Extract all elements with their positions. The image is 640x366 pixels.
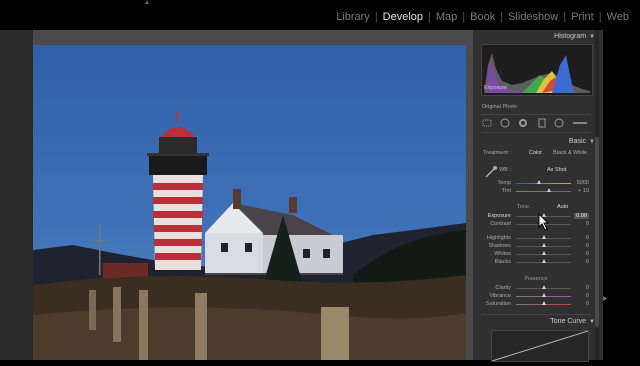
tool-icons (482, 118, 587, 128)
module-web[interactable]: Web (602, 11, 634, 23)
vibrance-row: Vibrance 0 (481, 293, 591, 300)
clarity-label: Clarity (495, 285, 511, 291)
histogram-exposure-label: Exposure (484, 85, 508, 91)
vibrance-value[interactable]: 0 (586, 293, 589, 299)
exposure-row: Exposure 0.00 (481, 213, 591, 220)
tool-strip (481, 116, 591, 130)
contrast-label: Contrast (490, 221, 511, 227)
module-picker: ▲ Library | Develop | Map | Book | Slideshow… (0, 0, 640, 30)
panel-divider (481, 114, 591, 115)
whites-label: Whites (494, 251, 511, 257)
saturation-row: Saturation 0 (481, 301, 591, 308)
saturation-value[interactable]: 0 (586, 301, 589, 307)
lighthouse-photo (33, 45, 466, 360)
clarity-row: Clarity 0 (481, 285, 591, 292)
shadows-value[interactable]: 0 (586, 243, 589, 249)
photo-preview[interactable] (33, 45, 466, 360)
saturation-slider-thumb[interactable] (542, 301, 546, 305)
tone-curve-title: Tone Curve (550, 318, 587, 325)
wb-row: WB : As Shot (481, 167, 591, 174)
tone-curve-graph[interactable] (491, 330, 589, 362)
tone-curve-line (491, 330, 589, 362)
panel-divider (481, 132, 591, 133)
vibrance-slider-thumb[interactable] (542, 293, 546, 297)
clarity-value[interactable]: 0 (586, 285, 589, 291)
histogram-title: Histogram (554, 33, 587, 40)
temp-label: Temp (497, 180, 511, 186)
treatment-color-option[interactable]: Color (529, 150, 542, 156)
saturation-label: Saturation (485, 301, 511, 307)
clarity-slider-thumb[interactable] (542, 285, 546, 289)
basic-title: Basic (568, 138, 587, 145)
blacks-row: Blacks 0 (481, 259, 591, 266)
temp-value[interactable]: 5000 (577, 180, 589, 186)
module-slideshow[interactable]: Slideshow (503, 11, 563, 23)
collapse-triangle-icon: ▼ (589, 319, 595, 325)
tint-slider-thumb[interactable] (547, 188, 551, 192)
collapse-triangle-icon: ▼ (589, 34, 595, 40)
highlights-label: Highlights (486, 235, 511, 241)
histogram-header[interactable]: Histogram ▼ (473, 30, 603, 43)
shadows-slider-thumb[interactable] (542, 243, 546, 247)
basic-header[interactable]: Basic ▼ (473, 135, 603, 148)
module-print[interactable]: Print (566, 11, 599, 23)
temp-slider[interactable] (516, 183, 571, 184)
tone-label: Tone (517, 204, 529, 210)
exposure-value[interactable]: 0.00 (574, 213, 589, 219)
module-map[interactable]: Map (431, 11, 462, 23)
tint-label: Tint (502, 188, 511, 194)
exposure-label: Exposure (487, 213, 511, 219)
module-develop[interactable]: Develop (378, 11, 428, 23)
collapse-right-panel-icon[interactable]: ▶ (603, 295, 609, 302)
histogram[interactable]: Exposure (481, 44, 593, 96)
blacks-label: Blacks (494, 259, 511, 265)
wb-label: WB : (499, 167, 511, 173)
auto-tone-button[interactable]: Auto (557, 204, 568, 210)
wb-select[interactable]: As Shot (547, 167, 566, 173)
whites-row: Whites 0 (481, 251, 591, 258)
presence-label: Presence (524, 276, 548, 282)
contrast-value[interactable]: 0 (586, 221, 589, 227)
left-panel-edge (0, 30, 33, 360)
module-list: Library | Develop | Map | Book | Slideshow | … (331, 11, 634, 23)
right-panel: Histogram ▼ Exposure Original Photo Basic… (473, 30, 603, 362)
collapse-triangle-icon: ▼ (589, 139, 595, 145)
highlights-value[interactable]: 0 (586, 235, 589, 241)
module-book[interactable]: Book (465, 11, 500, 23)
mouse-cursor-icon (538, 212, 550, 236)
shadows-label: Shadows (488, 243, 511, 249)
temp-slider-thumb[interactable] (537, 180, 541, 184)
original-photo-label: Original Photo (482, 104, 517, 110)
scrollbar-thumb[interactable] (595, 137, 599, 327)
tone-curve-header[interactable]: Tone Curve ▼ (473, 315, 603, 328)
highlights-row: Highlights 0 (481, 235, 591, 242)
vibrance-label: Vibrance (489, 293, 511, 299)
shadows-row: Shadows 0 (481, 243, 591, 250)
blacks-value[interactable]: 0 (586, 259, 589, 265)
panel-scrollbar[interactable] (595, 30, 599, 360)
tint-row: Tint + 10 (481, 188, 591, 195)
temp-row: Temp 5000 (481, 180, 591, 187)
treatment-label: Treatment : (483, 150, 511, 156)
module-library[interactable]: Library (331, 11, 375, 23)
treatment-bw-option[interactable]: Black & White (553, 150, 587, 156)
blacks-slider-thumb[interactable] (542, 259, 546, 263)
whites-value[interactable]: 0 (586, 251, 589, 257)
whites-slider-thumb[interactable] (542, 251, 546, 255)
contrast-row: Contrast 0 (481, 221, 591, 228)
tint-slider[interactable] (516, 191, 571, 192)
treatment-row: Treatment : Color Black & White (481, 150, 591, 157)
collapse-top-panel-icon[interactable]: ▲ (143, 0, 151, 6)
tint-value[interactable]: + 10 (578, 188, 589, 194)
